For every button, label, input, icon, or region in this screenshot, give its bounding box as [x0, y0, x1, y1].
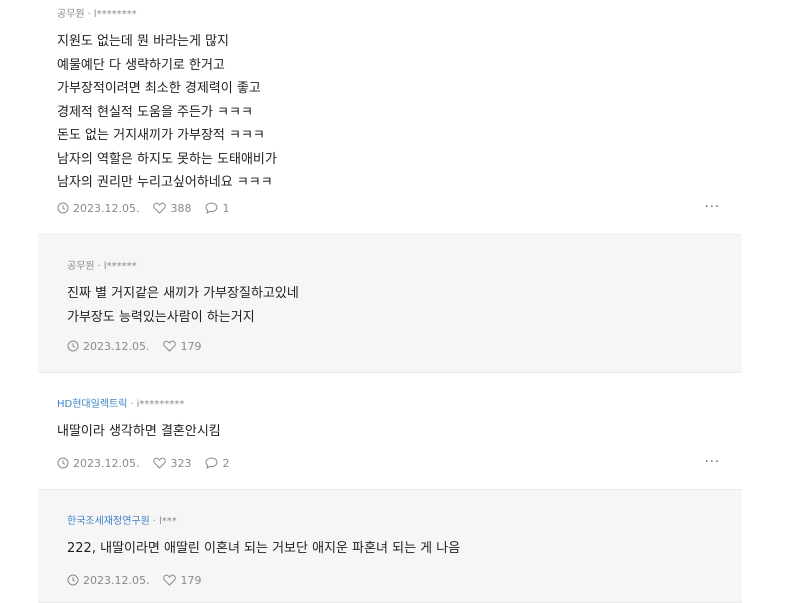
- comment-line: 지원도 없는데 뭔 바라는게 많지: [57, 34, 230, 49]
- reply-item: 공무원 · l****** 진짜 별 거지같은 새끼가 가부장질하고있네 가부장도 …: [38, 235, 742, 373]
- comment-date: 2023.12.05.: [67, 340, 149, 353]
- reply-button[interactable]: 2: [205, 457, 229, 470]
- date-text: 2023.12.05.: [83, 573, 150, 587]
- comment-footer: 2023.12.05. 179: [38, 338, 742, 354]
- company-name[interactable]: 공무원: [67, 261, 95, 272]
- heart-icon: [163, 340, 177, 352]
- comment-body: 내딸이라 생각하면 결혼안시킴: [57, 420, 722, 444]
- meta-separator: ·: [87, 9, 91, 20]
- comment-footer: 2023.12.05. 179: [38, 572, 742, 588]
- reply-button[interactable]: 1: [205, 202, 229, 215]
- comment-item: 공무원 · l******** 지원도 없는데 뭔 바라는게 많지 예물예단 다 생…: [38, 0, 742, 235]
- heart-icon: [153, 457, 167, 469]
- date-text: 2023.12.05.: [83, 339, 150, 353]
- comment-line: 222, 내딸이라면 애딸린 이혼녀 되는 거보단 애지운 파혼녀 되는 게 나…: [67, 541, 461, 556]
- user-id: l******: [103, 261, 137, 272]
- comment-line: 가부장적이려면 최소한 경제력이 좋고: [57, 81, 261, 96]
- like-count: 179: [180, 339, 202, 353]
- clock-icon: [67, 574, 79, 586]
- comment-body: 222, 내딸이라면 애딸린 이혼녀 되는 거보단 애지운 파혼녀 되는 게 나…: [67, 537, 722, 561]
- comment-footer: 2023.12.05. 323 2 ···: [38, 455, 742, 471]
- company-name[interactable]: 한국조세재정연구원: [67, 516, 150, 527]
- meta-separator: ·: [130, 399, 134, 410]
- comment-line: 돈도 없는 거지새끼가 가부장적 ㅋㅋㅋ: [57, 128, 265, 143]
- like-button[interactable]: 323: [153, 457, 191, 470]
- comment-date: 2023.12.05.: [57, 457, 139, 470]
- meta-separator: ·: [97, 261, 101, 272]
- more-icon[interactable]: ···: [705, 200, 720, 216]
- comment-date: 2023.12.05.: [57, 202, 139, 215]
- heart-icon: [153, 202, 167, 214]
- like-button[interactable]: 179: [163, 574, 201, 587]
- comment-feed: 공무원 · l******** 지원도 없는데 뭔 바라는게 많지 예물예단 다 생…: [38, 0, 742, 603]
- reply-item: 한국조세재정연구원 · l*** 222, 내딸이라면 애딸린 이혼녀 되는 거보단…: [38, 490, 742, 603]
- comment-item: HD현대일렉트릭 · i********* 내딸이라 생각하면 결혼안시킴 2023…: [38, 373, 742, 490]
- heart-icon: [163, 574, 177, 586]
- like-button[interactable]: 388: [153, 202, 191, 215]
- reply-count: 2: [222, 456, 230, 470]
- comment-meta: 한국조세재정연구원 · l***: [67, 515, 722, 529]
- company-name[interactable]: HD현대일렉트릭: [57, 399, 127, 410]
- like-count: 323: [170, 456, 192, 470]
- comment-footer: 2023.12.05. 388 1 ···: [38, 200, 742, 216]
- comment-body: 지원도 없는데 뭔 바라는게 많지 예물예단 다 생략하기로 한거고 가부장적이…: [57, 30, 722, 195]
- comment-meta: 공무원 · l******: [67, 260, 722, 274]
- date-text: 2023.12.05.: [73, 201, 140, 215]
- meta-separator: ·: [152, 516, 156, 527]
- comment-line: 가부장도 능력있는사람이 하는거지: [67, 309, 255, 325]
- like-count: 388: [170, 201, 192, 215]
- comment-bubble-icon: [205, 457, 218, 469]
- reply-count: 1: [222, 201, 230, 215]
- clock-icon: [67, 340, 79, 352]
- clock-icon: [57, 457, 69, 469]
- comment-meta: 공무원 · l********: [57, 8, 722, 22]
- comment-line: 진짜 별 거지같은 새끼가 가부장질하고있네: [67, 286, 299, 301]
- more-icon[interactable]: ···: [705, 455, 720, 471]
- user-id: l********: [93, 9, 137, 20]
- comment-line: 내딸이라 생각하면 결혼안시킴: [57, 424, 221, 439]
- comment-line: 예물예단 다 생략하기로 한거고: [57, 57, 225, 73]
- comment-line: 경제적 현실적 도움을 주든가 ㅋㅋㅋ: [57, 104, 253, 120]
- comment-line: 남자의 권리만 누리고싶어하네요 ㅋㅋㅋ: [57, 175, 273, 190]
- like-button[interactable]: 179: [163, 340, 201, 353]
- clock-icon: [57, 202, 69, 214]
- user-id: i*********: [136, 399, 185, 410]
- comment-bubble-icon: [205, 202, 218, 214]
- date-text: 2023.12.05.: [73, 456, 140, 470]
- like-count: 179: [180, 573, 202, 587]
- comment-line: 남자의 역할은 하지도 못하는 도태애비가: [57, 151, 277, 167]
- comment-date: 2023.12.05.: [67, 574, 149, 587]
- user-id: l***: [159, 516, 177, 527]
- comment-body: 진짜 별 거지같은 새끼가 가부장질하고있네 가부장도 능력있는사람이 하는거지: [67, 282, 722, 329]
- comment-meta: HD현대일렉트릭 · i*********: [57, 398, 722, 412]
- company-name[interactable]: 공무원: [57, 9, 85, 20]
